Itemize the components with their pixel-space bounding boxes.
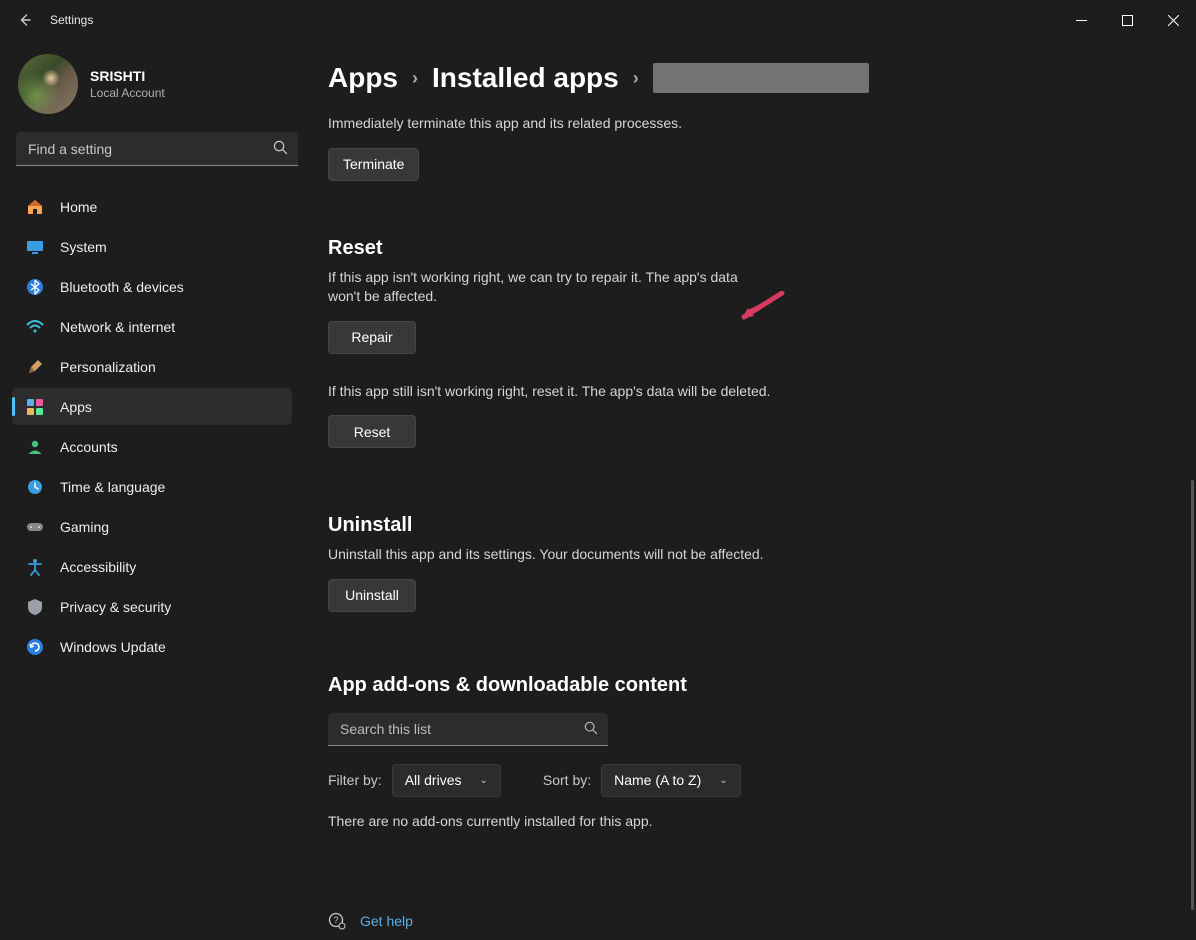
privacy-icon xyxy=(26,598,44,616)
sidebar: SRISHTI Local Account Home System Blueto… xyxy=(0,40,310,940)
help-icon: ? xyxy=(328,912,346,930)
sidebar-search[interactable] xyxy=(16,132,298,166)
help-link[interactable]: Get help xyxy=(360,913,413,929)
nav-accounts[interactable]: Accounts xyxy=(12,428,292,465)
profile-name: SRISHTI xyxy=(90,68,165,84)
gaming-icon xyxy=(26,518,44,536)
nav-label: System xyxy=(60,239,107,255)
nav-label: Privacy & security xyxy=(60,599,171,615)
chevron-down-icon: ⌄ xyxy=(479,775,487,786)
close-button[interactable] xyxy=(1150,4,1196,36)
home-icon xyxy=(26,198,44,216)
update-icon xyxy=(26,638,44,656)
uninstall-desc: Uninstall this app and its settings. You… xyxy=(328,545,868,565)
search-input[interactable] xyxy=(16,132,298,166)
nav-label: Windows Update xyxy=(60,639,166,655)
profile-account-type: Local Account xyxy=(90,86,165,100)
search-icon xyxy=(273,140,288,160)
nav-system[interactable]: System xyxy=(12,228,292,265)
addons-heading: App add-ons & downloadable content xyxy=(328,674,1176,697)
back-arrow-icon xyxy=(16,12,32,28)
maximize-button[interactable] xyxy=(1104,4,1150,36)
breadcrumb: Apps › Installed apps › xyxy=(328,62,1176,94)
reset-button[interactable]: Reset xyxy=(328,415,416,448)
breadcrumb-installed-apps[interactable]: Installed apps xyxy=(432,62,619,94)
nav-update[interactable]: Windows Update xyxy=(12,628,292,665)
nav-label: Gaming xyxy=(60,519,109,535)
svg-text:?: ? xyxy=(333,915,338,925)
nav-apps[interactable]: Apps xyxy=(12,388,292,425)
chevron-right-icon: › xyxy=(633,68,639,89)
window-title: Settings xyxy=(50,13,93,27)
time-icon xyxy=(26,478,44,496)
help-row[interactable]: ? Get help xyxy=(328,912,413,930)
repair-desc: If this app isn't working right, we can … xyxy=(328,268,748,307)
uninstall-heading: Uninstall xyxy=(328,514,1176,537)
bluetooth-icon xyxy=(26,278,44,296)
nav-label: Apps xyxy=(60,399,92,415)
scrollbar[interactable] xyxy=(1191,480,1194,910)
sort-by-value: Name (A to Z) xyxy=(614,772,701,788)
filter-by-label: Filter by: xyxy=(328,772,382,788)
addons-search[interactable] xyxy=(328,713,608,746)
nav-accessibility[interactable]: Accessibility xyxy=(12,548,292,585)
back-button[interactable] xyxy=(0,0,48,40)
nav-label: Bluetooth & devices xyxy=(60,279,184,295)
chevron-down-icon: ⌄ xyxy=(719,775,727,786)
terminate-desc: Immediately terminate this app and its r… xyxy=(328,114,868,134)
addons-filters: Filter by: All drives ⌄ Sort by: Name (A… xyxy=(328,764,1176,797)
nav-label: Network & internet xyxy=(60,319,175,335)
breadcrumb-app-name-redacted xyxy=(653,63,869,93)
breadcrumb-apps[interactable]: Apps xyxy=(328,62,398,94)
nav-label: Accounts xyxy=(60,439,118,455)
search-icon xyxy=(584,721,598,740)
accounts-icon xyxy=(26,438,44,456)
nav-time[interactable]: Time & language xyxy=(12,468,292,505)
titlebar: Settings xyxy=(0,0,1196,40)
addons-empty-text: There are no add-ons currently installed… xyxy=(328,813,1176,829)
nav-bluetooth[interactable]: Bluetooth & devices xyxy=(12,268,292,305)
profile-block[interactable]: SRISHTI Local Account xyxy=(12,54,310,114)
close-icon xyxy=(1168,15,1179,26)
repair-button[interactable]: Repair xyxy=(328,321,416,354)
chevron-right-icon: › xyxy=(412,68,418,89)
filter-by-select[interactable]: All drives ⌄ xyxy=(392,764,501,797)
nav-label: Accessibility xyxy=(60,559,136,575)
nav-personalization[interactable]: Personalization xyxy=(12,348,292,385)
terminate-button[interactable]: Terminate xyxy=(328,148,419,181)
filter-by-value: All drives xyxy=(405,772,462,788)
nav-label: Home xyxy=(60,199,97,215)
sort-by-select[interactable]: Name (A to Z) ⌄ xyxy=(601,764,741,797)
minimize-icon xyxy=(1076,15,1087,26)
window-controls xyxy=(1058,4,1196,36)
nav-gaming[interactable]: Gaming xyxy=(12,508,292,545)
addons-search-input[interactable] xyxy=(328,713,608,746)
avatar xyxy=(18,54,78,114)
personalization-icon xyxy=(26,358,44,376)
network-icon xyxy=(26,318,44,336)
sort-by-label: Sort by: xyxy=(543,772,591,788)
apps-icon xyxy=(26,398,44,416)
system-icon xyxy=(26,238,44,256)
nav-network[interactable]: Network & internet xyxy=(12,308,292,345)
uninstall-button[interactable]: Uninstall xyxy=(328,579,416,612)
minimize-button[interactable] xyxy=(1058,4,1104,36)
nav-home[interactable]: Home xyxy=(12,188,292,225)
nav-label: Time & language xyxy=(60,479,165,495)
maximize-icon xyxy=(1122,15,1133,26)
accessibility-icon xyxy=(26,558,44,576)
nav-privacy[interactable]: Privacy & security xyxy=(12,588,292,625)
main-content: Apps › Installed apps › Immediately term… xyxy=(310,40,1196,940)
nav-label: Personalization xyxy=(60,359,156,375)
reset-heading: Reset xyxy=(328,237,1176,260)
reset-desc: If this app still isn't working right, r… xyxy=(328,382,868,402)
